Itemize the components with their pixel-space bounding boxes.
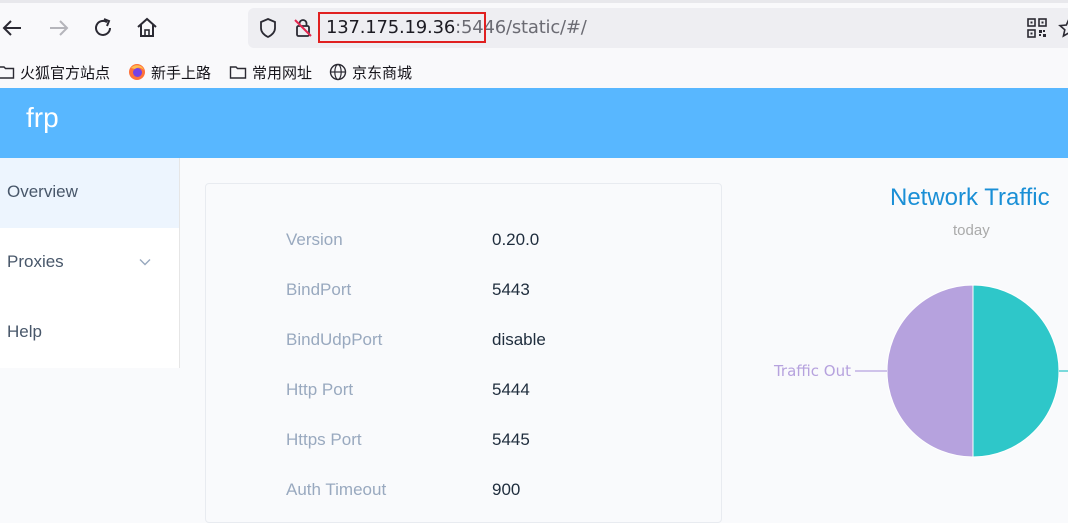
- info-key: Http Port: [286, 380, 354, 399]
- sidebar-menu: Overview Proxies Help: [0, 158, 180, 368]
- info-key: BindUdpPort: [286, 330, 383, 349]
- chart-title: Network Traffic: [890, 184, 1050, 211]
- sidebar-item-proxies[interactable]: Proxies: [0, 228, 179, 298]
- bookmark-item[interactable]: 新手上路: [128, 61, 211, 83]
- firefox-icon: [129, 64, 145, 80]
- info-key: BindPort: [286, 280, 352, 299]
- info-value: 900: [492, 480, 521, 499]
- sidebar-item-label: Overview: [7, 182, 78, 201]
- folder-icon: [0, 66, 15, 79]
- traffic-pie-chart: Traffic Out: [773, 284, 1068, 458]
- info-value: 5445: [492, 430, 530, 449]
- bookmark-label: 京东商城: [352, 63, 413, 82]
- sidebar-item-label: Help: [7, 322, 42, 341]
- url-path: /static/#/: [505, 17, 587, 38]
- bookmark-label: 新手上路: [151, 63, 212, 82]
- chevron-down-icon: [139, 259, 151, 266]
- back-button[interactable]: [0, 15, 26, 41]
- qr-code-icon[interactable]: [1027, 18, 1047, 38]
- bookmark-label: 常用网址: [252, 63, 313, 82]
- forward-arrow-icon: [50, 20, 69, 36]
- sidebar-item-label: Proxies: [7, 252, 64, 271]
- home-icon: [137, 17, 157, 37]
- back-arrow-icon: [2, 20, 21, 36]
- window-top-edge: [0, 0, 1068, 3]
- info-row-https-port: Https Port 5445: [206, 425, 723, 455]
- info-row-bindport: BindPort 5443: [206, 275, 723, 305]
- info-value: 5444: [492, 380, 530, 399]
- reload-button[interactable]: [90, 15, 116, 41]
- info-value: 5443: [492, 280, 530, 299]
- info-row-version: Version 0.20.0: [206, 225, 723, 255]
- info-value: 0.20.0: [492, 230, 540, 249]
- shield-icon[interactable]: [257, 17, 279, 39]
- bookmarks-bar: 火狐官方站点 新手上路 常用网址 京东商城: [0, 55, 1068, 88]
- info-key: Https Port: [286, 430, 362, 449]
- info-value: disable: [492, 330, 546, 349]
- sidebar-item-overview[interactable]: Overview: [0, 158, 179, 228]
- bookmark-label: 火狐官方站点: [20, 63, 111, 82]
- bookmark-item[interactable]: 常用网址: [229, 61, 312, 83]
- globe-icon: [329, 63, 347, 81]
- bookmark-item[interactable]: 火狐官方站点: [0, 61, 110, 83]
- info-key: Version: [286, 230, 343, 249]
- browser-toolbar: 137.175.19.36:5446/static/#/: [0, 0, 1068, 55]
- sidebar-item-help[interactable]: Help: [0, 298, 179, 368]
- pie-slice-label: Traffic Out: [773, 362, 851, 380]
- pie-slice-traffic-out[interactable]: [886, 284, 974, 458]
- bookmark-item[interactable]: 京东商城: [329, 61, 412, 83]
- app-logo-title[interactable]: frp: [26, 102, 59, 134]
- reload-icon: [95, 18, 111, 36]
- info-row-bindudpport: BindUdpPort disable: [206, 325, 723, 355]
- info-key: Auth Timeout: [286, 480, 387, 499]
- app-header: frp: [0, 88, 1068, 158]
- forward-button[interactable]: [45, 15, 71, 41]
- server-info-card: Version 0.20.0 BindPort 5443 BindUdpPort…: [205, 183, 722, 523]
- info-row-http-port: Http Port 5444: [206, 375, 723, 405]
- url-highlight-box: [318, 12, 486, 43]
- chart-subtitle: today: [953, 222, 990, 239]
- bookmark-star-icon[interactable]: [1058, 17, 1068, 39]
- home-button[interactable]: [134, 15, 160, 41]
- pie-slice-traffic-in[interactable]: [972, 284, 1060, 458]
- insecure-lock-icon[interactable]: [292, 17, 314, 39]
- info-row-auth-timeout: Auth Timeout 900: [206, 475, 723, 505]
- folder-icon: [229, 66, 247, 79]
